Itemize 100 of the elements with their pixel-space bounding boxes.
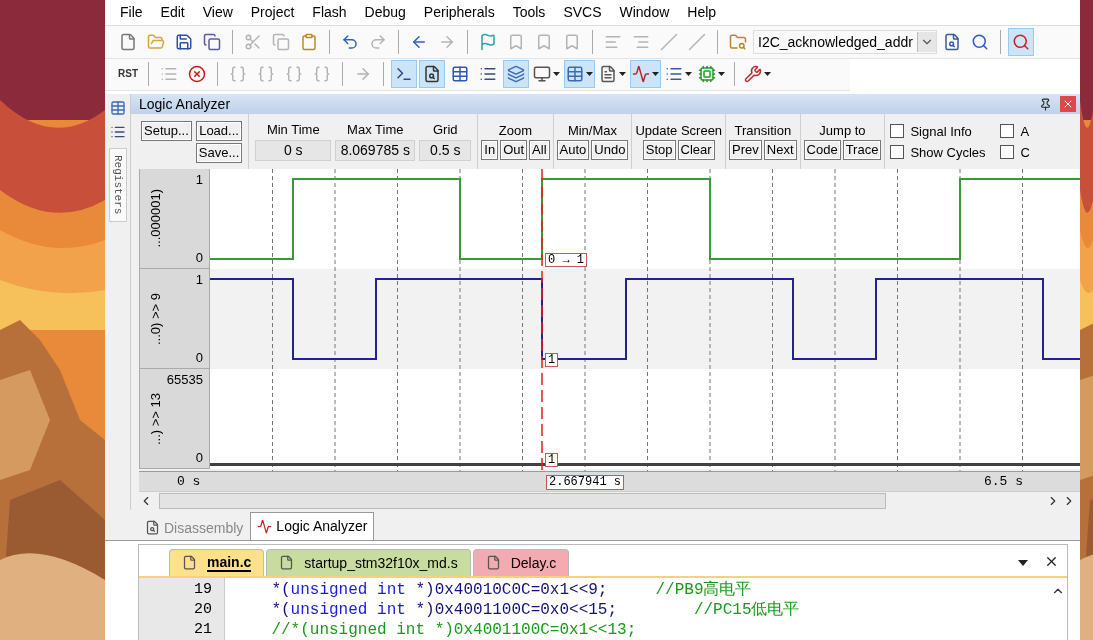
analyzer-button[interactable]: Stop	[642, 140, 676, 161]
dropdown-icon[interactable]	[1018, 560, 1028, 566]
file-tab[interactable]: Delay.c	[472, 549, 570, 576]
folder-icon	[147, 32, 165, 51]
braces-icon	[229, 65, 247, 84]
line-number: 19	[193, 580, 213, 600]
low-value: 0	[195, 450, 203, 466]
code-line: //*(unsigned int *)0x4001100C=0x1<<13;	[270, 620, 638, 640]
field-label: Max Time	[347, 122, 404, 138]
analyzer-button[interactable]: Trace	[842, 140, 882, 161]
reset-button[interactable]: RST	[115, 60, 141, 89]
checkbox[interactable]	[890, 124, 905, 139]
signal-name: ...000001)	[148, 188, 163, 250]
field-label: Min Time	[266, 122, 320, 138]
group-label: Zoom	[498, 123, 533, 139]
option-label: A	[1020, 123, 1030, 139]
folder-search-icon	[729, 32, 747, 51]
setup-button[interactable]: Setup...	[141, 120, 192, 141]
high-value: 1	[195, 272, 203, 288]
toolbar-button[interactable]	[630, 60, 661, 89]
redo-icon	[369, 32, 387, 51]
analyzer-button[interactable]: All	[529, 140, 550, 161]
group-label: Transition	[734, 123, 792, 139]
scrollbar-thumb[interactable]	[159, 493, 886, 510]
file-icon	[119, 32, 137, 51]
cursor-value: 1	[545, 353, 559, 368]
bookmark-icon	[563, 32, 581, 51]
low-value: 0	[195, 350, 203, 366]
menu-item[interactable]: View	[193, 4, 242, 21]
analyzer-button[interactable]: Code	[803, 140, 841, 161]
checkbox[interactable]	[1000, 145, 1015, 160]
file-search-icon	[942, 32, 961, 51]
menu-item[interactable]: Edit	[151, 4, 194, 21]
value-field: 0.5 s	[419, 140, 472, 162]
waveform-icon	[632, 65, 650, 84]
target-dropdown[interactable]: I2C_acknowledged_addr	[753, 29, 937, 54]
caret-icon	[586, 72, 593, 77]
toolbar-button[interactable]	[564, 60, 595, 89]
analyzer-button[interactable]: Out	[500, 140, 528, 161]
file-tab[interactable]: main.c	[169, 549, 265, 576]
braces-icon	[285, 65, 303, 84]
menu-item[interactable]: Flash	[303, 4, 356, 21]
flag-icon	[479, 32, 497, 51]
close-icon[interactable]	[1044, 554, 1059, 569]
menu-item[interactable]: Project	[241, 4, 304, 21]
high-value: 1	[195, 172, 203, 188]
pin-icon[interactable]	[1039, 97, 1052, 111]
value-field: 0 s	[255, 140, 332, 162]
menu-item[interactable]: Help	[678, 4, 726, 21]
view-tab[interactable]: Logic Analyzer	[250, 512, 375, 540]
analyzer-button[interactable]: Undo	[591, 140, 629, 161]
line-number: 20	[193, 600, 213, 620]
line-number: 21	[193, 620, 213, 640]
axis-label: 0 s	[177, 474, 201, 490]
menu-item[interactable]: Tools	[503, 4, 555, 21]
high-value: 65535	[166, 372, 203, 388]
checkbox[interactable]	[1000, 124, 1015, 139]
toolbar-button[interactable]	[1007, 27, 1034, 56]
file-tab[interactable]: startup_stm32f10x_md.s	[266, 549, 471, 576]
bookmark-icon	[507, 32, 525, 51]
group-label: Jump to	[819, 123, 866, 139]
wrench-icon	[744, 65, 762, 84]
menu-item[interactable]: Window	[610, 4, 679, 21]
signal-name: ...) >> 13	[148, 391, 163, 447]
clipboard-icon	[300, 32, 318, 51]
analyzer-button[interactable]: In	[481, 140, 499, 161]
stacked-pages-icon	[203, 32, 221, 51]
field-label: Grid	[433, 122, 458, 138]
layers-icon	[507, 65, 525, 84]
low-value: 0	[195, 250, 203, 266]
analyzer-button[interactable]: Clear	[677, 140, 715, 161]
analyzer-button[interactable]: Next	[763, 140, 797, 161]
save-button[interactable]: Save...	[195, 142, 243, 163]
checkbox[interactable]	[890, 145, 905, 160]
analyzer-button[interactable]: Prev	[729, 140, 762, 161]
caret-icon	[685, 72, 692, 77]
toolbar-button[interactable]	[503, 60, 529, 89]
axis-label: 6.5 s	[984, 474, 1023, 490]
toolbar-button[interactable]	[419, 60, 445, 89]
code-line: *(unsigned int *)0x4001100C=0x0<<15; //PC15低电平	[270, 600, 801, 620]
file-icon	[182, 555, 197, 571]
menu-item[interactable]: SVCS	[554, 4, 611, 21]
registers-tab[interactable]: Registers	[108, 148, 127, 222]
load-button[interactable]: Load...	[195, 120, 243, 141]
menu-item[interactable]: Debug	[355, 4, 415, 21]
group-label: Update Screen	[635, 123, 723, 139]
table-icon[interactable]	[109, 100, 126, 117]
code-line: *(unsigned int *)0x40010C0C=0x1<<9; //PB9高电平	[270, 580, 753, 600]
caret-icon	[553, 72, 560, 77]
close-button[interactable]	[1060, 96, 1076, 113]
file-search-icon	[423, 65, 441, 84]
menu-item[interactable]: Peripherals	[414, 4, 504, 21]
menu-item[interactable]: File	[111, 4, 152, 21]
panel-title: Logic Analyzer	[139, 96, 232, 113]
option-label: Signal Info	[910, 123, 972, 139]
search-icon	[970, 32, 989, 51]
caret-icon	[652, 72, 659, 77]
undo-icon	[341, 32, 359, 51]
analyzer-button[interactable]: Auto	[556, 140, 590, 161]
cursor-value: 1	[545, 453, 559, 468]
